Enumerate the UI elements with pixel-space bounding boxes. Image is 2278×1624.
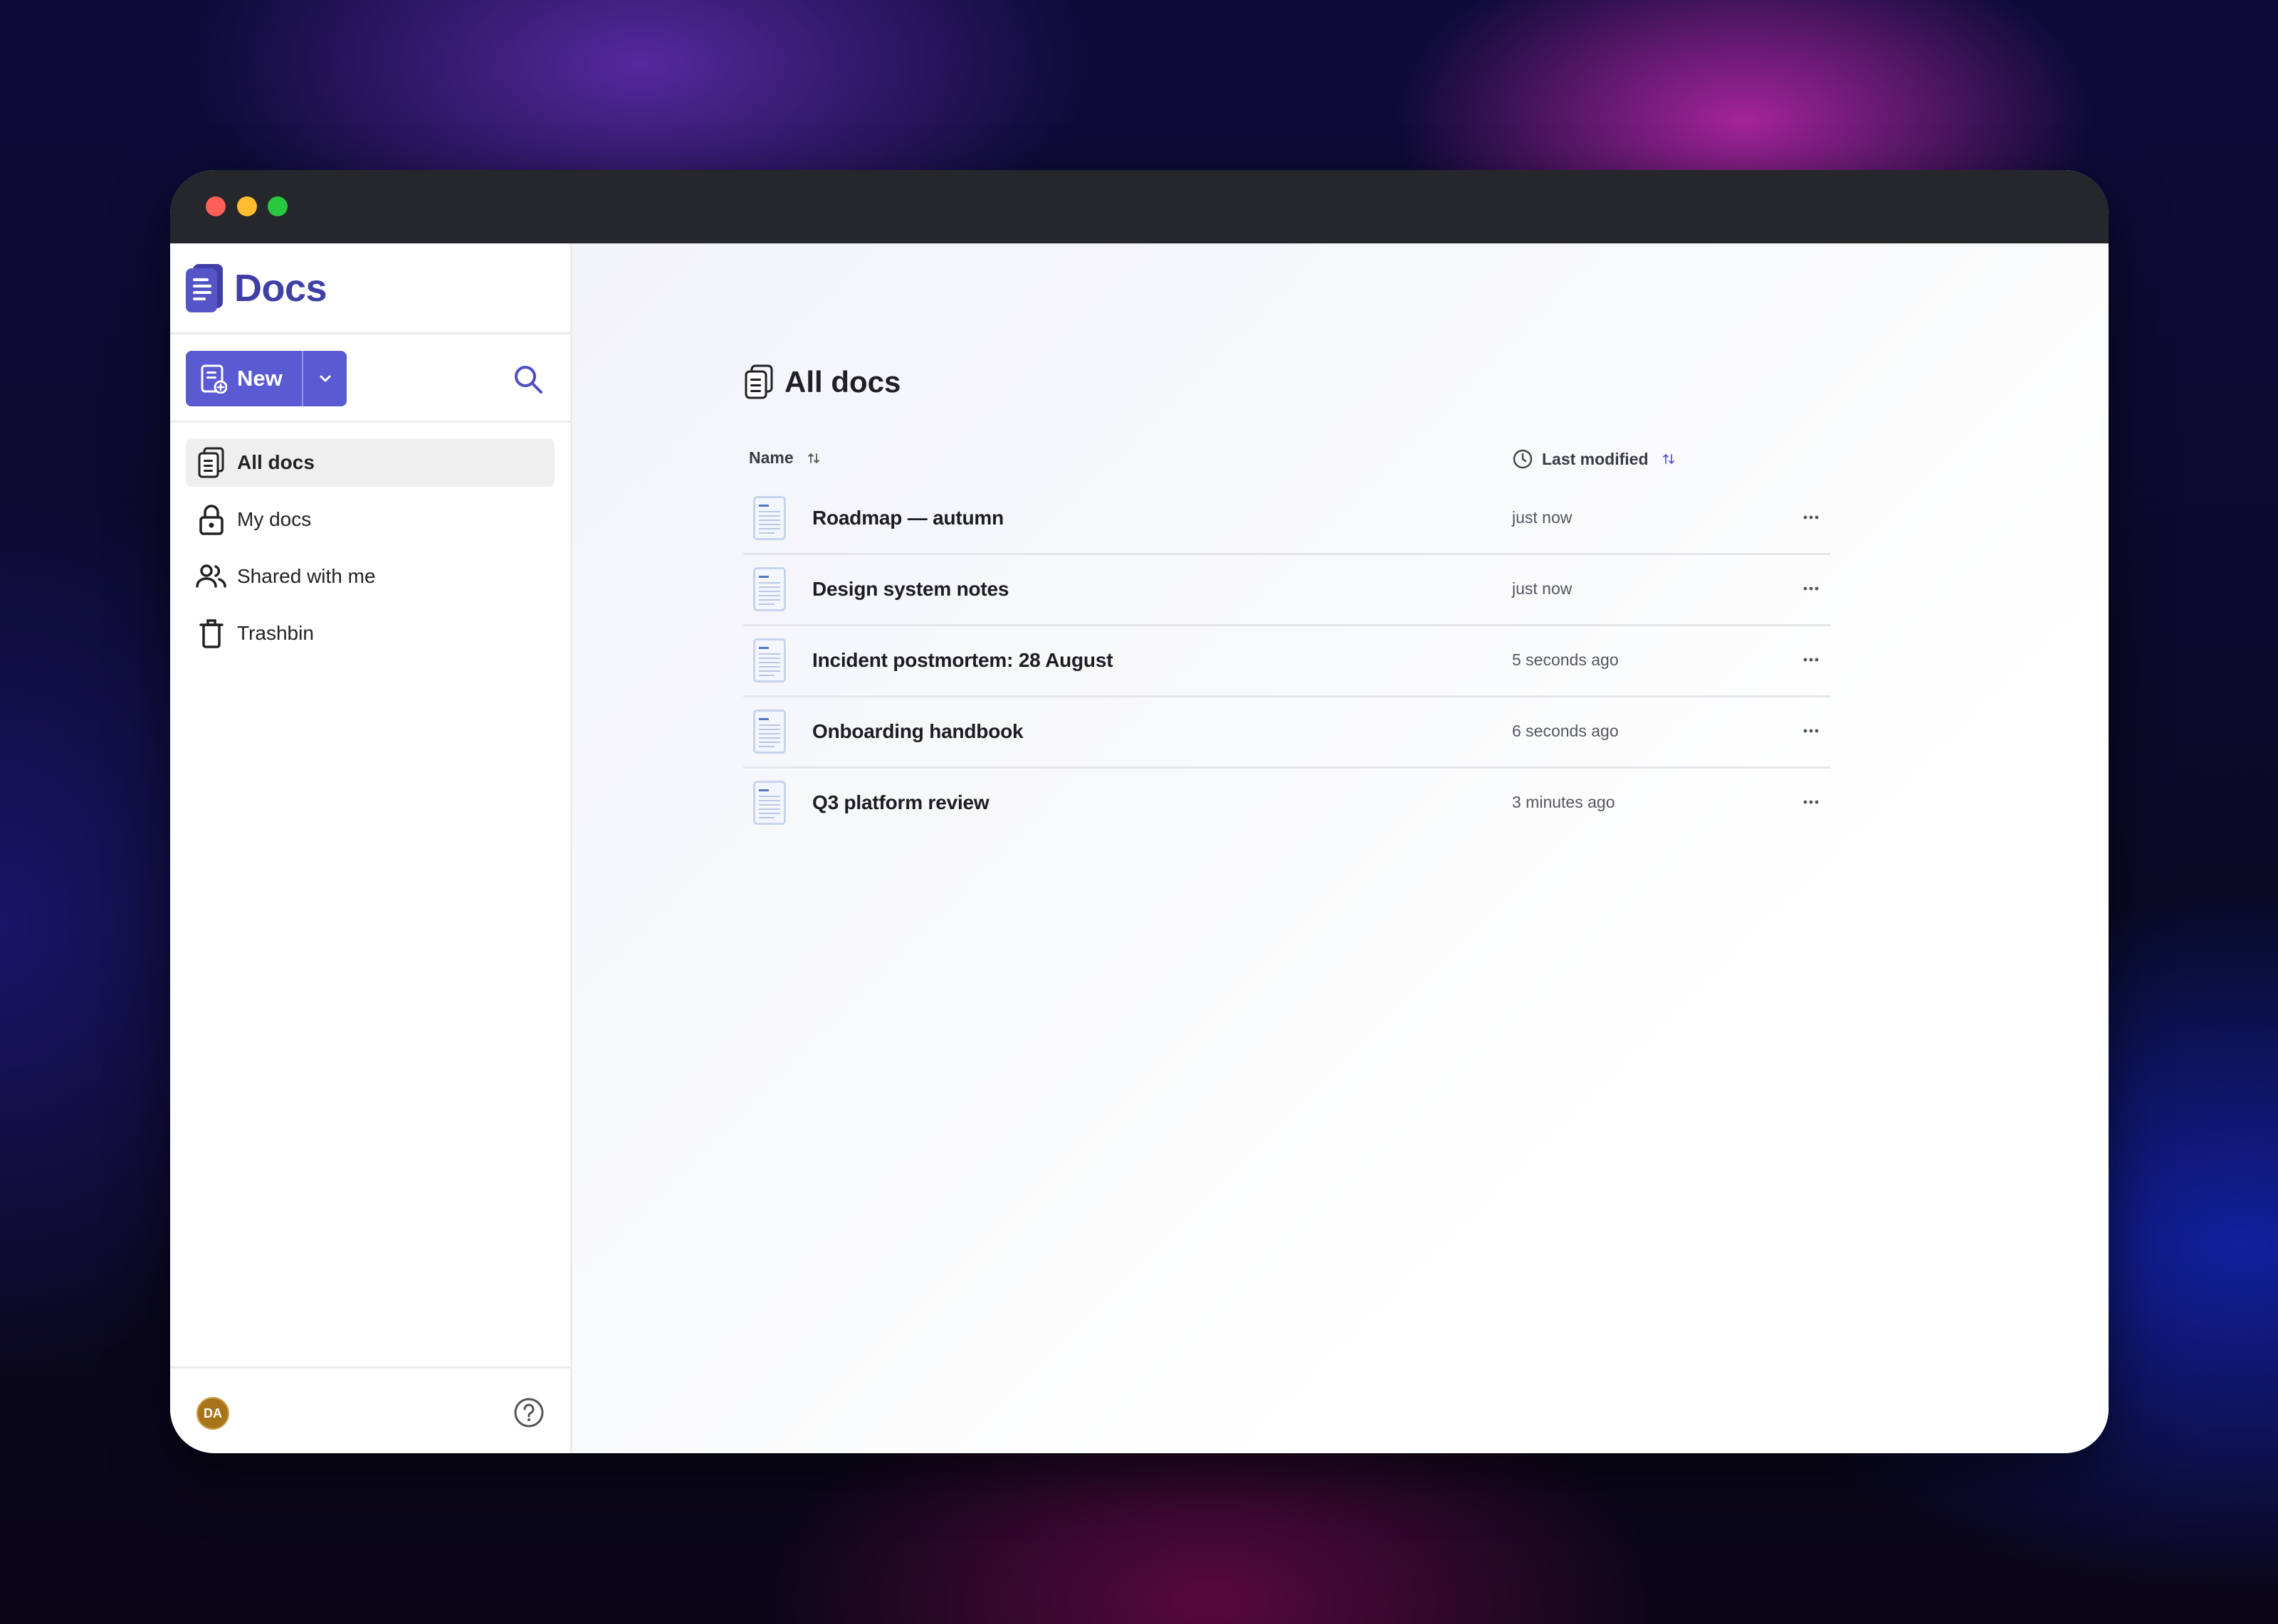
doc-title[interactable]: Incident postmortem: 28 August xyxy=(812,649,1113,672)
title-bar xyxy=(170,170,2109,243)
app-body: Docs New All docs My docs Shared with me… xyxy=(170,243,2109,1453)
doc-last-modified: just now xyxy=(1512,579,1573,598)
table-row[interactable]: Roadmap — autumn just now xyxy=(743,484,1830,555)
document-file-icon xyxy=(753,710,786,754)
doc-title[interactable]: Design system notes xyxy=(812,578,1009,601)
sidebar-item-trashbin[interactable]: Trashbin xyxy=(186,609,555,658)
table-header: Name Last modified xyxy=(743,434,1830,484)
help-icon[interactable] xyxy=(513,1396,545,1429)
column-header-name-label: Name xyxy=(749,448,794,467)
minimize-window-button[interactable] xyxy=(237,196,257,216)
document-file-icon xyxy=(753,496,786,540)
lock-icon xyxy=(196,504,227,535)
more-options-button[interactable] xyxy=(1797,717,1825,745)
search-icon[interactable] xyxy=(512,363,545,396)
document-file-icon xyxy=(753,567,786,611)
table-row[interactable]: Q3 platform review 3 minutes ago xyxy=(743,769,1830,840)
doc-last-modified: 3 minutes ago xyxy=(1512,793,1615,811)
new-doc-button[interactable]: New xyxy=(186,351,303,406)
document-file-icon xyxy=(753,638,786,682)
sort-icon xyxy=(1662,454,1674,464)
page-header: All docs xyxy=(743,364,901,400)
sidebar-item-label: Trashbin xyxy=(237,622,314,644)
more-horizontal-icon xyxy=(1803,658,1819,662)
table-row[interactable]: Onboarding handbook 6 seconds ago xyxy=(743,697,1830,769)
more-options-button[interactable] xyxy=(1797,503,1825,532)
page-title: All docs xyxy=(784,365,901,399)
close-window-button[interactable] xyxy=(206,196,226,216)
new-document-icon xyxy=(201,364,227,394)
chevron-down-icon xyxy=(320,375,330,382)
doc-title[interactable]: Onboarding handbook xyxy=(812,720,1024,743)
avatar[interactable]: DA xyxy=(196,1397,229,1430)
table-row[interactable]: Incident postmortem: 28 August 5 seconds… xyxy=(743,626,1830,697)
column-header-last-modified[interactable]: Last modified xyxy=(1512,448,1676,470)
sidebar-item-label: All docs xyxy=(237,451,315,473)
sidebar-footer: DA xyxy=(170,1366,570,1453)
new-doc-label: New xyxy=(237,366,283,391)
more-options-button[interactable] xyxy=(1797,645,1825,674)
docs-table: Name Last modified Roadmap — autumn just… xyxy=(743,434,1830,840)
sidebar-item-label: Shared with me xyxy=(237,565,376,587)
doc-last-modified: 5 seconds ago xyxy=(1512,650,1619,669)
sidebar-item-all-docs[interactable]: All docs xyxy=(186,438,555,487)
documents-icon xyxy=(745,364,773,399)
doc-last-modified: 6 seconds ago xyxy=(1512,722,1619,740)
more-horizontal-icon xyxy=(1803,800,1819,804)
new-doc-dropdown-button[interactable] xyxy=(303,371,347,386)
maximize-window-button[interactable] xyxy=(268,196,288,216)
people-icon xyxy=(196,561,227,592)
table-body: Roadmap — autumn just now Design system … xyxy=(743,484,1830,840)
doc-last-modified: just now xyxy=(1512,508,1573,527)
sidebar-item-shared-with-me[interactable]: Shared with me xyxy=(186,552,555,601)
new-doc-button-group: New xyxy=(186,351,347,406)
column-header-last-modified-label: Last modified xyxy=(1542,449,1649,468)
more-options-button[interactable] xyxy=(1797,574,1825,603)
sidebar: Docs New All docs My docs Shared with me… xyxy=(170,243,572,1453)
more-horizontal-icon xyxy=(1803,586,1819,591)
doc-title[interactable]: Roadmap — autumn xyxy=(812,507,1004,529)
sidebar-item-label: My docs xyxy=(237,508,312,530)
main-content: All docs Name Last modified Roadmap — au… xyxy=(572,243,2109,1453)
documents-icon xyxy=(196,447,227,478)
document-file-icon xyxy=(753,781,786,825)
clock-icon xyxy=(1513,449,1533,469)
table-row[interactable]: Design system notes just now xyxy=(743,555,1830,626)
sort-icon xyxy=(807,453,819,463)
trash-icon xyxy=(196,618,227,649)
app-name: Docs xyxy=(234,266,327,310)
column-header-name[interactable]: Name xyxy=(749,448,821,468)
sidebar-item-my-docs[interactable]: My docs xyxy=(186,495,555,544)
more-horizontal-icon xyxy=(1803,515,1819,520)
more-horizontal-icon xyxy=(1803,729,1819,733)
app-window: Docs New All docs My docs Shared with me… xyxy=(170,170,2109,1453)
docs-logo-icon xyxy=(186,263,223,312)
brand[interactable]: Docs xyxy=(170,243,570,334)
sidebar-actions: New xyxy=(170,334,570,423)
doc-title[interactable]: Q3 platform review xyxy=(812,791,990,814)
sidebar-nav: All docs My docs Shared with me Trashbin xyxy=(170,423,570,658)
more-options-button[interactable] xyxy=(1797,788,1825,816)
